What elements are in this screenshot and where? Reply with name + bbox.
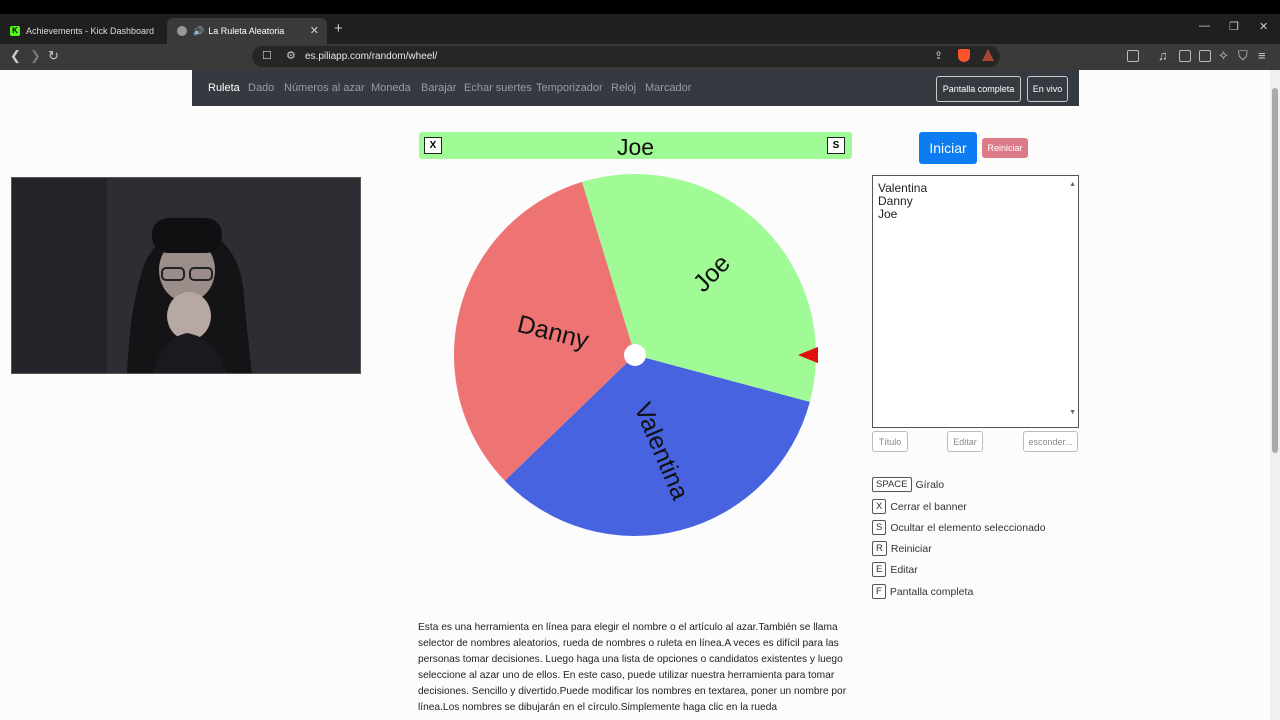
scroll-down-icon[interactable]: ▼: [1069, 406, 1076, 419]
start-button[interactable]: Iniciar: [919, 132, 977, 164]
tab-title: La Ruleta Aleatoria: [208, 26, 285, 36]
live-button[interactable]: En vivo: [1027, 76, 1068, 102]
hide-selected-key[interactable]: S: [827, 137, 845, 154]
close-window-icon[interactable]: ✕: [1259, 20, 1268, 33]
shortcut-label: Reiniciar: [890, 542, 932, 555]
share-icon[interactable]: ⇪: [934, 49, 943, 62]
page-content: Ruleta Dado Números al azar Moneda Baraj…: [0, 70, 1270, 720]
sidebar-icon[interactable]: [1179, 50, 1191, 62]
leo-icon[interactable]: ✧: [1218, 48, 1229, 64]
piliapp-icon: [177, 26, 187, 36]
forward-icon[interactable]: ❯: [30, 48, 41, 64]
wheel-hub: [624, 344, 646, 366]
shortcut-e: E Editar: [872, 562, 918, 577]
name-line: Joe: [878, 207, 898, 221]
browser-window: K Achievements - Kick Dashboard 🔊 La Rul…: [0, 14, 1280, 720]
shortcut-key: F: [872, 584, 886, 599]
shortcut-space: SPACE Gíralo: [872, 477, 944, 492]
nav-numeros[interactable]: Números al azar: [284, 82, 365, 94]
result-banner: X Joe S: [419, 132, 852, 160]
shortcut-r: R Reiniciar: [872, 541, 932, 556]
vpn-icon[interactable]: ⛉: [1238, 48, 1248, 64]
names-textarea[interactable]: Valentina Danny Joe ▲ ▼: [872, 175, 1079, 428]
shortcut-label: Cerrar el banner: [890, 500, 967, 513]
nav-moneda[interactable]: Moneda: [371, 82, 411, 94]
brave-rewards-icon[interactable]: [982, 49, 994, 61]
reload-icon[interactable]: ↻: [48, 48, 59, 64]
media-icon[interactable]: ♫: [1158, 48, 1168, 63]
webcam-image: [12, 178, 360, 373]
shortcut-key: R: [872, 541, 887, 556]
tab-ruleta[interactable]: 🔊 La Ruleta Aleatoria ✕: [167, 18, 327, 44]
page-scrollbar[interactable]: [1270, 70, 1280, 720]
tab-kick-dashboard[interactable]: K Achievements - Kick Dashboard: [0, 18, 165, 44]
shortcut-key: E: [872, 562, 887, 577]
shortcut-x: X Cerrar el banner: [872, 499, 967, 514]
reset-button[interactable]: Reiniciar: [982, 138, 1028, 158]
new-tab-icon[interactable]: +: [334, 20, 343, 37]
fullscreen-button[interactable]: Pantalla completa: [936, 76, 1021, 102]
spinner-wheel[interactable]: ValentinaDannyJoe: [454, 174, 818, 538]
url-text[interactable]: es.piliapp.com/random/wheel/: [305, 51, 437, 62]
webcam-overlay: [11, 177, 361, 374]
title-button[interactable]: Título: [872, 431, 908, 452]
nav-barajar[interactable]: Barajar: [421, 82, 456, 94]
shortcut-label: Ocultar el elemento seleccionado: [890, 521, 1046, 534]
minimize-icon[interactable]: —: [1199, 20, 1210, 32]
name-line: Danny: [878, 194, 913, 208]
speaker-icon: 🔊: [193, 25, 205, 36]
description-text: Esta es una herramienta en línea para el…: [418, 622, 847, 713]
shortcut-label: Pantalla completa: [889, 585, 974, 598]
bookmark-icon[interactable]: ☐: [262, 49, 272, 62]
shortcut-s: S Ocultar el elemento seleccionado: [872, 520, 1046, 535]
shortcut-f: F Pantalla completa: [872, 584, 973, 599]
shortcut-label: Gíralo: [915, 478, 945, 491]
shortcut-key: SPACE: [872, 477, 912, 492]
wallet-icon[interactable]: [1199, 50, 1211, 62]
tab-search-icon[interactable]: [1127, 50, 1139, 62]
kick-icon: K: [10, 26, 20, 36]
selected-name: Joe: [616, 134, 655, 160]
site-settings-icon[interactable]: ⚙: [286, 49, 296, 62]
nav-reloj[interactable]: Reloj: [611, 82, 636, 94]
tab-strip: K Achievements - Kick Dashboard 🔊 La Rul…: [0, 14, 1280, 44]
menu-icon[interactable]: ≡: [1258, 48, 1266, 63]
shortcut-label: Editar: [890, 563, 918, 576]
tab-title: Achievements - Kick Dashboard: [26, 26, 155, 36]
back-icon[interactable]: ❮: [10, 48, 21, 64]
nav-ruleta[interactable]: Ruleta: [208, 82, 240, 94]
edit-button[interactable]: Editar: [947, 431, 983, 452]
hide-button[interactable]: esconder...: [1023, 431, 1078, 452]
maximize-icon[interactable]: ❐: [1229, 20, 1239, 33]
scroll-thumb[interactable]: [1272, 88, 1278, 453]
close-tab-icon[interactable]: ✕: [310, 24, 319, 37]
shortcut-key: X: [872, 499, 887, 514]
brave-shield-icon[interactable]: [958, 49, 970, 62]
shortcut-key: S: [872, 520, 887, 535]
nav-marcador[interactable]: Marcador: [645, 82, 691, 94]
scroll-up-icon[interactable]: ▲: [1069, 178, 1076, 191]
url-box[interactable]: ☐ ⚙ es.piliapp.com/random/wheel/ ⇪: [252, 46, 1000, 67]
nav-dado[interactable]: Dado: [248, 82, 274, 94]
nav-echar-suertes[interactable]: Echar suertes: [464, 82, 532, 94]
site-nav: Ruleta Dado Números al azar Moneda Baraj…: [192, 70, 1079, 106]
address-bar: ❮ ❯ ↻ ☐ ⚙ es.piliapp.com/random/wheel/ ⇪…: [0, 44, 1280, 70]
nav-temporizador[interactable]: Temporizador: [536, 82, 603, 94]
